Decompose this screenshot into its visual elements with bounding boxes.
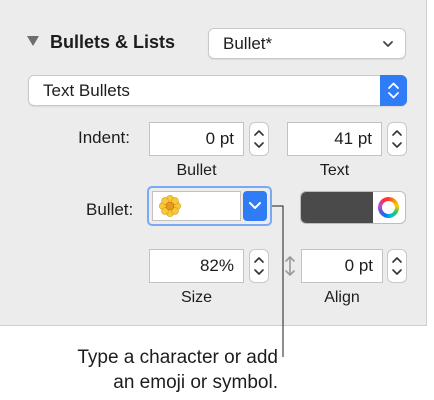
- callout-line-2: an emoji or symbol.: [113, 372, 278, 393]
- callout-leader-line: [272, 205, 284, 357]
- callout-line-1: Type a character or add: [77, 347, 278, 368]
- callout-text: Type a character or add an emoji or symb…: [0, 345, 278, 395]
